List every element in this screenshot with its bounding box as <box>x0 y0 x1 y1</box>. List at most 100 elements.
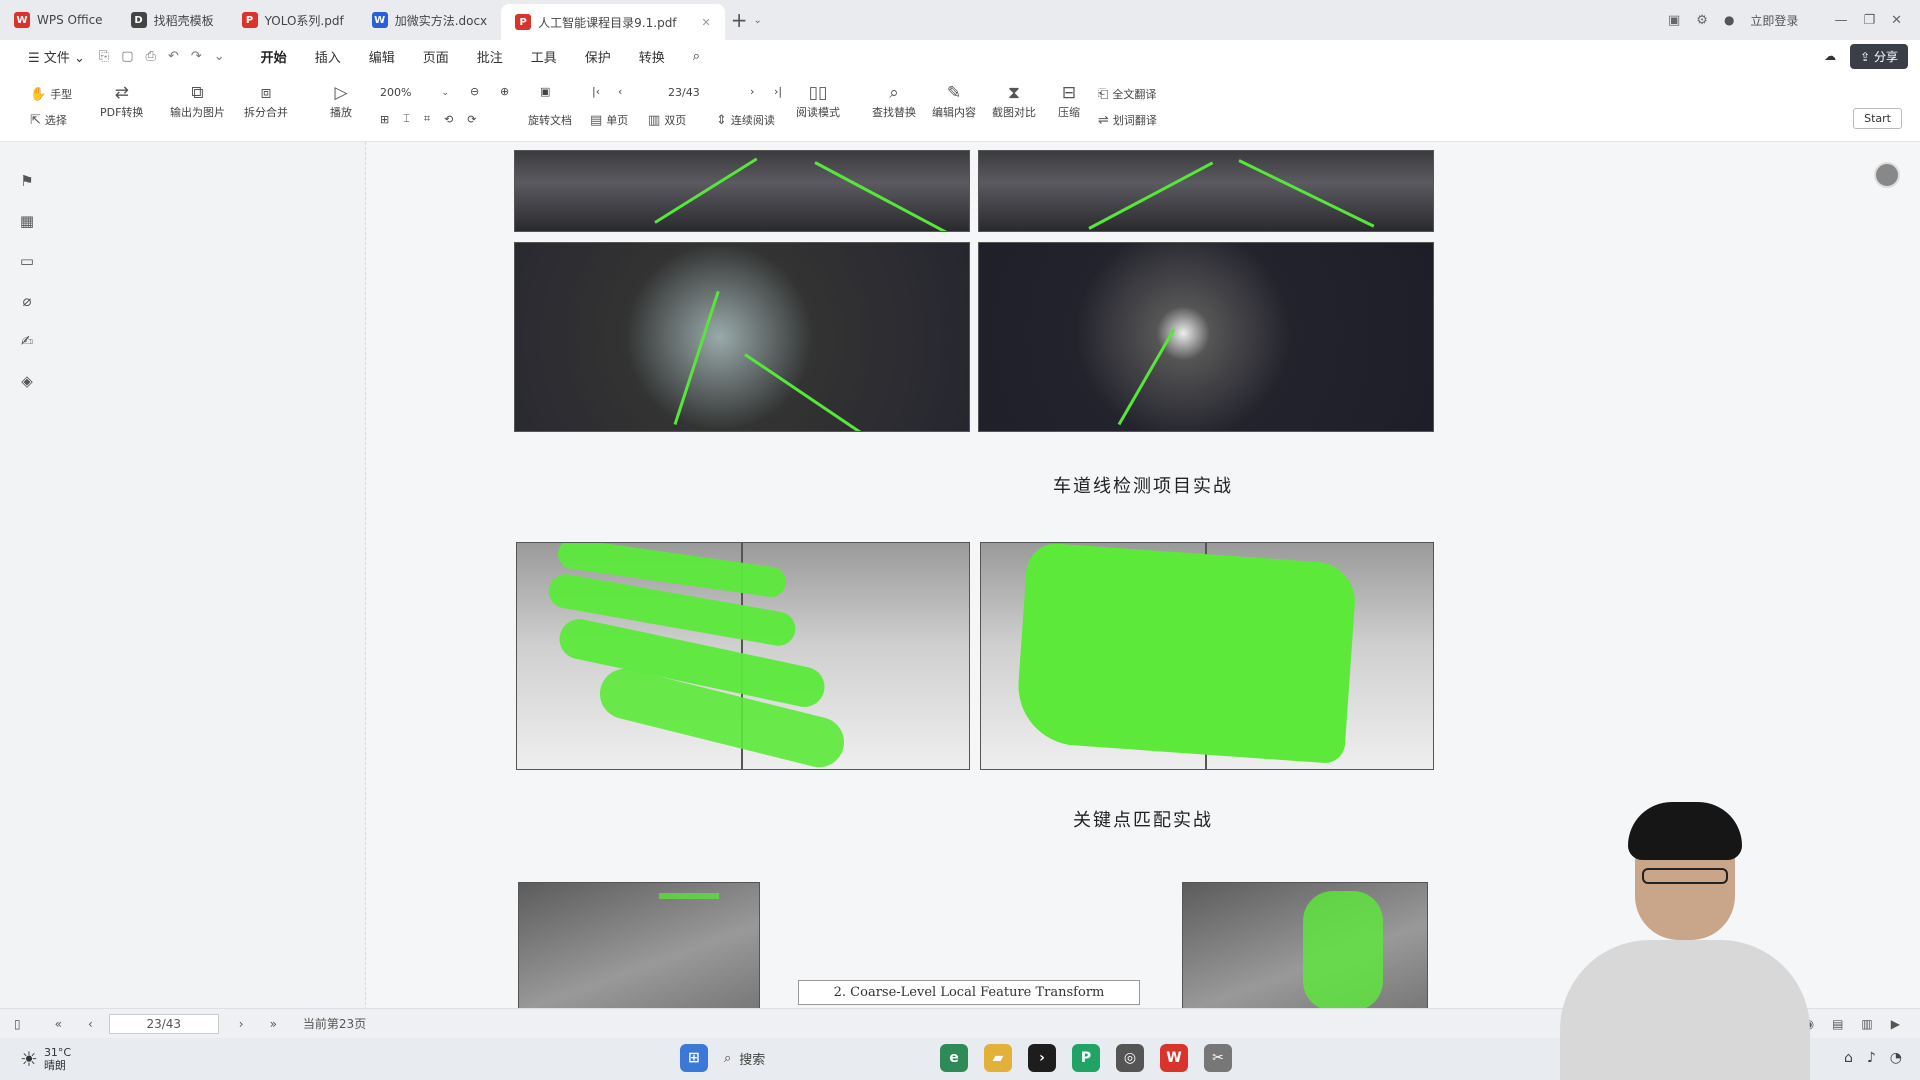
double-view-icon[interactable]: ▥ <box>1861 1017 1872 1031</box>
prev-page-icon[interactable]: ‹ <box>618 85 622 98</box>
prev-page-icon[interactable]: ‹ <box>88 1017 93 1031</box>
single-view-icon[interactable]: ▤ <box>1832 1017 1843 1031</box>
tab-docx[interactable]: W 加微实方法.docx <box>358 0 501 40</box>
word-translate-button[interactable]: ⇌ 划词翻译 <box>1098 112 1157 128</box>
close-window-icon[interactable]: ✕ <box>1891 13 1902 28</box>
zoom-out-icon[interactable]: ⊖ <box>470 85 479 98</box>
sidebar-toggle-icon[interactable]: ▯ <box>14 1017 21 1031</box>
fit-width-icon[interactable]: ⊞ <box>380 113 389 126</box>
chevron-down-icon[interactable]: ⌄ <box>214 49 225 64</box>
user-icon[interactable]: ● <box>1724 13 1734 27</box>
weather-widget[interactable]: ☀ 31°C 晴朗 <box>20 1046 71 1072</box>
assistant-avatar[interactable] <box>1874 162 1900 188</box>
save-icon[interactable]: ▢ <box>121 49 133 64</box>
first-page-icon[interactable]: « <box>55 1017 62 1031</box>
signature-icon[interactable]: ✍ <box>17 332 37 352</box>
zoom-select[interactable]: 200% ⌄ <box>380 86 449 99</box>
restore-icon[interactable]: ❐ <box>1863 13 1875 28</box>
search-icon[interactable]: ⌕ <box>679 49 714 64</box>
page-indicator[interactable]: 23/43 <box>668 86 700 99</box>
first-page-icon[interactable]: |‹ <box>592 85 600 98</box>
continuous-read-button[interactable]: ⇕ 连续阅读 <box>716 112 775 128</box>
find-replace-button[interactable]: ⌕ 查找替换 <box>872 82 916 120</box>
thumbnail-icon[interactable]: ▦ <box>17 212 37 232</box>
menu-page[interactable]: 页面 <box>409 47 463 66</box>
undo-icon[interactable]: ↶ <box>168 49 179 64</box>
menu-convert[interactable]: 转换 <box>625 47 679 66</box>
menu-tools[interactable]: 工具 <box>517 47 571 66</box>
minimize-icon[interactable]: — <box>1834 13 1847 28</box>
chevron-down-icon[interactable]: ⌄ <box>754 15 762 26</box>
menu-insert[interactable]: 插入 <box>301 47 355 66</box>
cloud-icon[interactable]: ☁ <box>1824 49 1836 63</box>
pycharm-icon[interactable]: P <box>1072 1044 1100 1072</box>
select-tool[interactable]: ⇱ 选择 <box>30 112 67 128</box>
last-page-icon[interactable]: » <box>270 1017 277 1031</box>
menu-protect[interactable]: 保护 <box>571 47 625 66</box>
lane-image-night-left <box>514 242 970 432</box>
open-icon[interactable]: ⎘ <box>99 49 109 64</box>
pdf-convert-button[interactable]: ⇄ PDF转换 <box>100 82 143 120</box>
next-page-icon[interactable]: › <box>750 85 754 98</box>
tab-docer[interactable]: D 找稻壳模板 <box>117 0 228 40</box>
comment-icon[interactable]: ▭ <box>17 252 37 272</box>
edit-content-button[interactable]: ✎ 编辑内容 <box>932 82 976 120</box>
new-tab-icon[interactable]: + <box>725 8 754 32</box>
tab-course-pdf[interactable]: P 人工智能课程目录9.1.pdf ✕ <box>501 4 725 40</box>
bookmark-icon[interactable]: ⚑ <box>17 172 37 192</box>
menu-edit[interactable]: 编辑 <box>355 47 409 66</box>
zoom-in-icon[interactable]: ⊕ <box>500 85 509 98</box>
title-right: ▣ ⚙ ● 立即登录 — ❐ ✕ <box>1668 12 1920 29</box>
volume-icon[interactable]: ♪ <box>1867 1050 1876 1066</box>
layout-icon[interactable]: ▣ <box>1668 13 1680 28</box>
single-page-button[interactable]: ▤ 单页 <box>590 112 628 128</box>
single-label: 单页 <box>606 114 629 127</box>
tab-yolo-pdf[interactable]: P YOLO系列.pdf <box>228 0 358 40</box>
play-button[interactable]: ▷ 播放 <box>330 82 352 120</box>
compare-button[interactable]: ⧗ 截图对比 <box>992 82 1036 120</box>
menu-file[interactable]: ☰ 文件 ⌄ <box>14 47 99 66</box>
media-icon[interactable]: ◎ <box>1116 1044 1144 1072</box>
tool-icon[interactable]: ✂ <box>1204 1044 1232 1072</box>
print-icon[interactable]: ⎙ <box>146 49 156 64</box>
share-button[interactable]: ⇪ 分享 <box>1850 43 1908 69</box>
crop-icon[interactable]: ⌗ <box>424 112 430 126</box>
read-mode-button[interactable]: ▯▯ 阅读模式 <box>796 82 840 120</box>
rotate-right-icon[interactable]: ⟳ <box>467 113 476 126</box>
full-translate-button[interactable]: ⎗ 全文翻译 <box>1098 86 1156 102</box>
menu-comment[interactable]: 批注 <box>463 47 517 66</box>
last-page-icon[interactable]: ›| <box>774 85 782 98</box>
terminal-icon[interactable]: › <box>1028 1044 1056 1072</box>
double-page-button[interactable]: ▥ 双页 <box>648 112 686 128</box>
notification-icon[interactable]: ◔ <box>1890 1050 1902 1066</box>
tab-wps-office[interactable]: W WPS Office <box>0 0 117 40</box>
edge-icon[interactable]: e <box>940 1044 968 1072</box>
close-icon[interactable]: ✕ <box>702 16 711 29</box>
menu-start[interactable]: 开始 <box>247 47 301 74</box>
login-link[interactable]: 立即登录 <box>1750 12 1798 29</box>
page-number-input[interactable]: 23/43 <box>108 1013 219 1034</box>
windows-start-icon[interactable]: ⊞ <box>680 1044 708 1072</box>
rotate-left-icon[interactable]: ⟲ <box>444 113 453 126</box>
folder-icon[interactable]: ▰ <box>984 1044 1012 1072</box>
wps-icon: W <box>14 12 30 28</box>
redo-icon[interactable]: ↷ <box>191 49 202 64</box>
settings-icon[interactable]: ⚙ <box>1696 13 1708 28</box>
taskbar-search[interactable]: ⌕ 搜索 <box>724 1049 924 1068</box>
start-button[interactable]: Start <box>1853 108 1902 129</box>
keypoint-image-left <box>516 542 970 770</box>
fit-page-icon[interactable]: ▣ <box>540 85 550 98</box>
wps-icon[interactable]: W <box>1160 1044 1188 1072</box>
find-icon: ⌕ <box>889 83 899 103</box>
play-icon[interactable]: ▶ <box>1891 1017 1900 1031</box>
next-page-icon[interactable]: › <box>239 1017 244 1031</box>
split-merge-button[interactable]: ⧈ 拆分合并 <box>244 82 288 120</box>
export-image-button[interactable]: ⧉ 输出为图片 <box>170 82 225 120</box>
layers-icon[interactable]: ◈ <box>17 372 37 392</box>
compress-button[interactable]: ⊟ 压缩 <box>1058 82 1080 120</box>
network-icon[interactable]: ⌂ <box>1844 1050 1853 1066</box>
attachment-icon[interactable]: ⌀ <box>17 292 37 312</box>
actual-size-icon[interactable]: ⌶ <box>403 112 410 126</box>
rotate-document-button[interactable]: 旋转文档 <box>528 112 572 128</box>
hand-tool[interactable]: ✋ 手型 <box>30 86 72 102</box>
